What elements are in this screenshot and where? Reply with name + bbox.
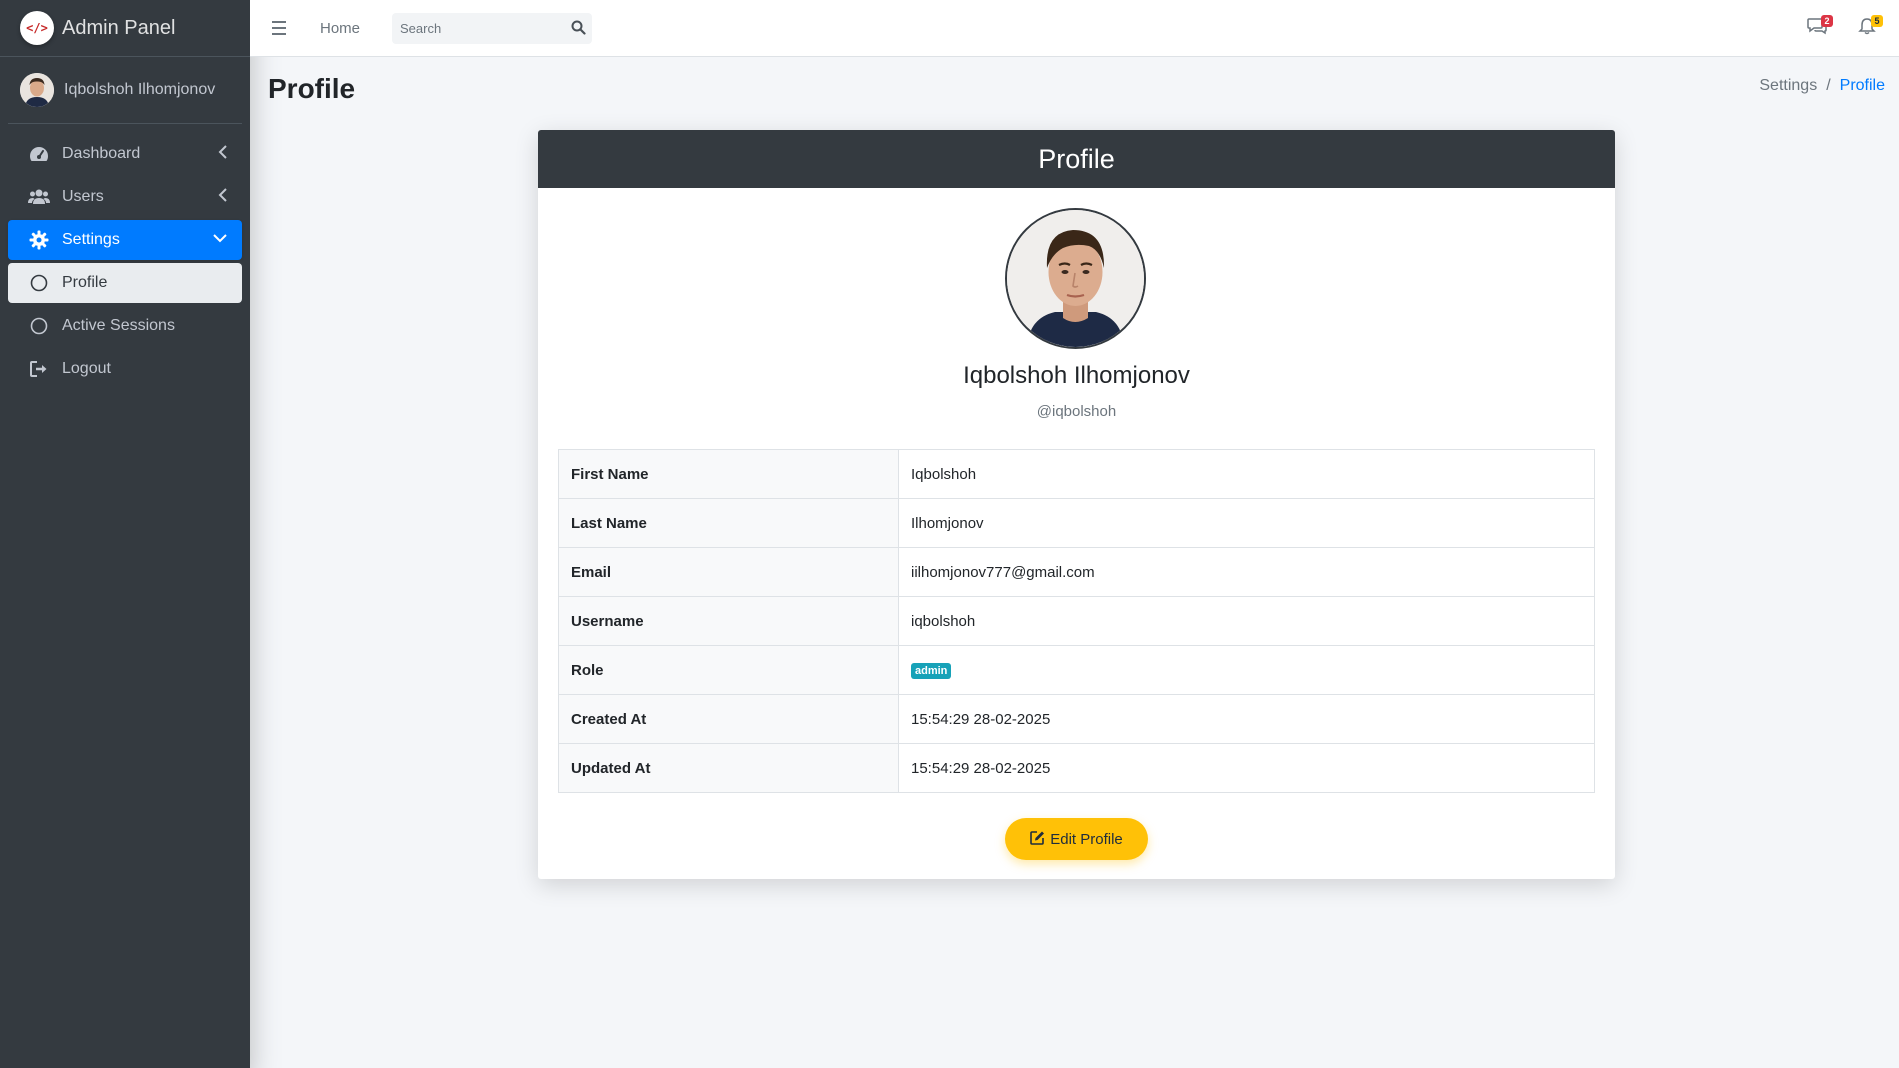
menu-toggle-icon[interactable] [272, 18, 292, 38]
sidebar-nav: Dashboard Users Settings Profile Active … [0, 124, 250, 389]
profile-card: Profile Iqbolshoh Ilhomjonov @iqbolshoh … [538, 130, 1615, 879]
messages-badge: 2 [1821, 14, 1833, 27]
brand-logo: </> [20, 11, 54, 45]
profile-full-name: Iqbolshoh Ilhomjonov [963, 362, 1190, 389]
sidebar-item-settings[interactable]: Settings [8, 220, 242, 260]
sidebar-item-logout[interactable]: Logout [8, 349, 242, 389]
navbar-right: 2 5 [1799, 0, 1899, 57]
card-header: Profile [538, 130, 1615, 188]
search-box [392, 12, 593, 44]
table-row: Last Name Ilhomjonov [558, 498, 1595, 548]
table-row: Updated At 15:54:29 28-02-2025 [558, 743, 1595, 793]
dashboard-gauge-icon [28, 143, 50, 165]
field-label: Created At [558, 694, 899, 744]
chevron-down-icon [212, 230, 228, 251]
field-value: Iqbolshoh [898, 449, 1595, 499]
users-icon [28, 186, 50, 208]
field-label: Updated At [558, 743, 899, 793]
sidebar: </> Admin Panel Iqbolshoh Ilhomjonov Das… [0, 0, 250, 1068]
breadcrumb-current: Profile [1839, 77, 1885, 94]
sidebar-item-label: Active Sessions [62, 317, 175, 334]
field-label: Last Name [558, 498, 899, 548]
sidebar-item-label: Profile [62, 274, 108, 291]
search-input[interactable] [392, 20, 553, 36]
search-icon[interactable] [571, 20, 586, 40]
circle-icon [28, 272, 50, 294]
notifications-badge: 5 [1871, 14, 1883, 27]
profile-handle: @iqbolshoh [1036, 403, 1117, 420]
top-navbar: Home 2 5 [250, 0, 1899, 57]
profile-info-table: First Name Iqbolshoh Last Name Ilhomjono… [558, 449, 1595, 793]
field-label: First Name [558, 449, 899, 499]
field-value: iqbolshoh [898, 596, 1595, 646]
field-value: Ilhomjonov [898, 498, 1595, 548]
table-row: Username iqbolshoh [558, 596, 1595, 646]
sidebar-item-dashboard[interactable]: Dashboard [8, 134, 242, 174]
field-value: iilhomjonov777@gmail.com [898, 547, 1595, 597]
sidebar-item-users[interactable]: Users [8, 177, 242, 217]
chevron-left-icon [218, 144, 228, 165]
avatar [20, 73, 54, 107]
user-panel[interactable]: Iqbolshoh Ilhomjonov [8, 57, 242, 124]
table-row: First Name Iqbolshoh [558, 449, 1595, 499]
user-name: Iqbolshoh Ilhomjonov [64, 81, 216, 98]
edit-icon [1030, 830, 1045, 849]
sign-out-icon [28, 358, 50, 380]
breadcrumb: Settings / Profile [1759, 77, 1885, 95]
sidebar-item-label: Settings [62, 231, 120, 248]
brand-link[interactable]: </> Admin Panel [0, 0, 250, 57]
field-label: Role [558, 645, 899, 695]
chevron-left-icon [218, 187, 228, 208]
sidebar-item-active-sessions[interactable]: Active Sessions [8, 306, 242, 346]
gear-icon [28, 229, 50, 251]
role-badge: admin [911, 663, 952, 679]
brand-title: Admin Panel [62, 16, 176, 39]
edit-profile-label: Edit Profile [1050, 830, 1123, 848]
home-link[interactable]: Home [320, 20, 360, 37]
sidebar-item-label: Logout [62, 360, 111, 377]
table-row: Role admin [558, 645, 1595, 695]
sidebar-item-label: Dashboard [62, 145, 141, 162]
notifications-button[interactable]: 5 [1849, 11, 1885, 47]
messages-button[interactable]: 2 [1799, 11, 1835, 47]
field-label: Email [558, 547, 899, 597]
field-label: Username [558, 596, 899, 646]
breadcrumb-settings-link[interactable]: Settings [1759, 77, 1817, 95]
field-value: 15:54:29 28-02-2025 [898, 694, 1595, 744]
sidebar-item-label: Users [62, 188, 104, 205]
sidebar-item-profile[interactable]: Profile [8, 263, 242, 303]
table-row: Email iilhomjonov777@gmail.com [558, 547, 1595, 597]
profile-photo [1005, 208, 1146, 349]
breadcrumb-separator: / [1826, 77, 1831, 94]
field-value: admin [898, 645, 1595, 695]
circle-icon [28, 315, 50, 337]
page-title: Profile [268, 73, 356, 104]
field-value: 15:54:29 28-02-2025 [898, 743, 1595, 793]
table-row: Created At 15:54:29 28-02-2025 [558, 694, 1595, 744]
edit-profile-button[interactable]: Edit Profile [1005, 818, 1148, 860]
